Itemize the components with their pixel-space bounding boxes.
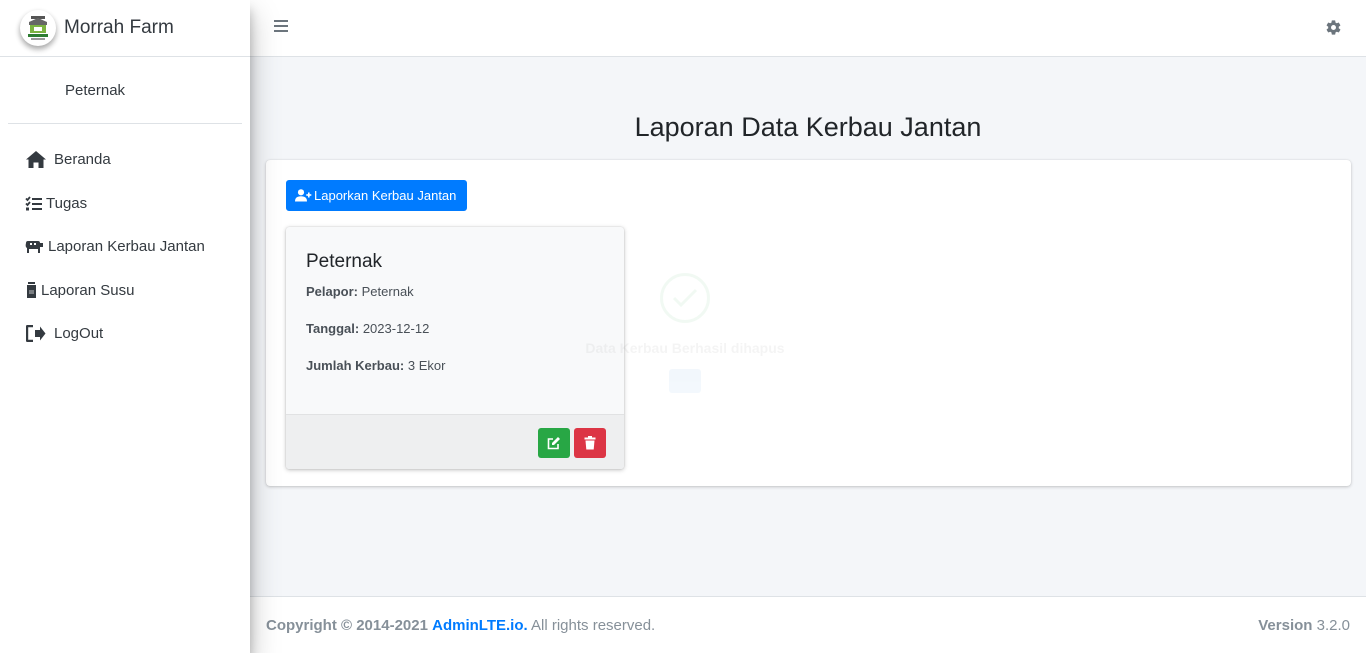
home-icon — [24, 150, 48, 169]
trash-icon — [584, 436, 596, 450]
report-card-title: Peternak — [306, 251, 383, 272]
add-report-button[interactable]: Laporkan Kerbau Jantan — [286, 180, 468, 211]
user-name[interactable]: Peternak — [65, 82, 125, 99]
report-field-tanggal: Tanggal: 2023-12-12 — [306, 321, 430, 336]
sidebar-nav: Beranda Tugas Laporan Kerbau Jantan Lapo… — [0, 138, 250, 356]
sidebar-item-beranda[interactable]: Beranda — [0, 138, 250, 182]
check-icon — [660, 273, 710, 323]
farm-logo-icon — [20, 10, 56, 46]
report-field-pelapor: Pelapor: Peternak — [306, 284, 414, 299]
sidebar-item-logout[interactable]: LogOut — [0, 312, 250, 356]
footer-link[interactable]: AdminLTE.io. — [432, 617, 528, 634]
alert-ok-button[interactable] — [669, 369, 701, 393]
sidebar-item-laporan-kerbau-jantan[interactable]: Laporan Kerbau Jantan — [0, 225, 250, 269]
sidebar: Morrah Farm Peternak Beranda Tugas Lapor… — [0, 0, 250, 653]
footer: Copyright © 2014-2021 AdminLTE.io. All r… — [250, 596, 1366, 653]
delete-button[interactable] — [574, 428, 606, 458]
gear-icon[interactable] — [1325, 19, 1342, 41]
brand-link[interactable]: Morrah Farm — [0, 0, 250, 57]
user-panel[interactable]: Peternak — [8, 57, 242, 124]
edit-icon — [547, 437, 560, 450]
sidebar-item-label: Laporan Susu — [41, 281, 135, 299]
tasks-icon — [24, 196, 42, 211]
alert-message: Data Kerbau Berhasil dihapus — [585, 340, 785, 356]
edit-button[interactable] — [538, 428, 570, 458]
report-field-jumlah: Jumlah Kerbau: 3 Ekor — [306, 358, 446, 373]
sidebar-item-label: Tugas — [46, 194, 88, 212]
footer-version: Version 3.2.0 — [1258, 616, 1350, 634]
logout-icon — [24, 325, 48, 343]
sidebar-item-label: Laporan Kerbau Jantan — [48, 238, 205, 256]
sidebar-item-laporan-susu[interactable]: Laporan Susu — [0, 269, 250, 313]
sidebar-item-label: LogOut — [54, 325, 104, 343]
milk-icon — [24, 282, 38, 299]
success-alert: Data Kerbau Berhasil dihapus — [565, 273, 805, 393]
buffalo-icon — [24, 240, 44, 254]
brand-name: Morrah Farm — [64, 17, 174, 38]
content-card: Laporkan Kerbau Jantan Peternak Pelapor:… — [266, 160, 1351, 486]
user-plus-icon — [295, 189, 312, 202]
hamburger-icon[interactable] — [274, 20, 288, 34]
sidebar-item-tugas[interactable]: Tugas — [0, 182, 250, 226]
page-title: Laporan Data Kerbau Jantan — [634, 112, 982, 142]
add-report-label: Laporkan Kerbau Jantan — [314, 188, 457, 203]
top-navbar — [250, 0, 1366, 57]
report-card-footer — [286, 414, 624, 469]
footer-copyright: Copyright © 2014-2021 AdminLTE.io. All r… — [266, 616, 656, 634]
sidebar-item-label: Beranda — [54, 151, 111, 169]
